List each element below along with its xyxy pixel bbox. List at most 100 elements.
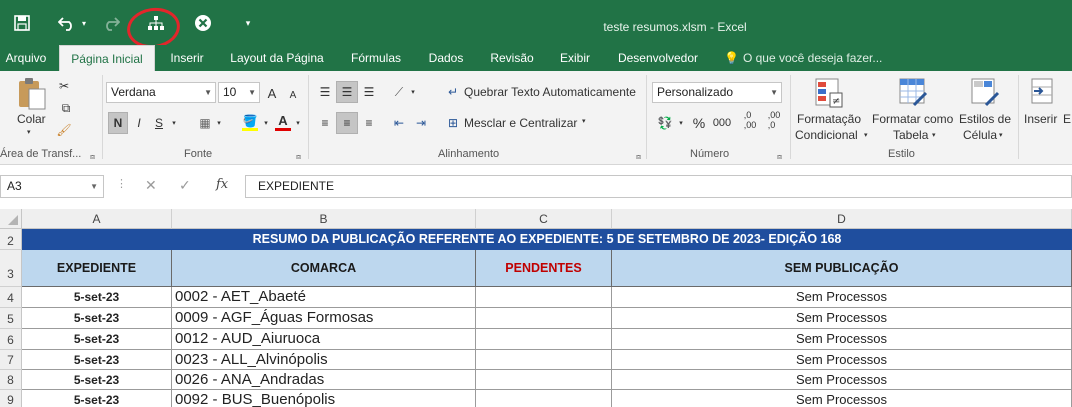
cell-sem-publicacao[interactable]: Sem Processos [612, 370, 1072, 390]
percent-button[interactable]: % [690, 112, 708, 134]
orientation-icon[interactable]: ⟋ [388, 81, 410, 103]
cell-styles-label1[interactable]: Estilos de [959, 112, 1011, 126]
decrease-decimal-button[interactable]: ,00 ,0 [764, 109, 784, 131]
wrap-text-icon[interactable]: ↵ [443, 81, 463, 103]
cell-comarca[interactable]: 0012 - AUD_Aiuruoca [172, 329, 476, 350]
increase-decimal-button[interactable]: ,0 ,00 [740, 109, 760, 131]
conditional-formatting-label1[interactable]: Formatação [797, 112, 861, 126]
shrink-font-button[interactable]: A [286, 84, 300, 106]
cell-sem-publicacao[interactable]: Sem Processos [612, 308, 1072, 329]
fill-color-icon[interactable]: 🪣 [240, 111, 260, 133]
row-header-2[interactable]: 2 [0, 229, 22, 250]
font-launcher-icon[interactable]: ⧈ [296, 152, 301, 162]
format-as-table-label2[interactable]: Tabela [893, 128, 928, 142]
tab-formulas[interactable]: Fórmulas [340, 45, 412, 71]
borders-dropdown-icon[interactable]: ▾ [214, 112, 224, 134]
italic-button[interactable]: I [130, 112, 148, 134]
row-header[interactable]: 9 [0, 390, 22, 407]
format-as-table-icon[interactable] [898, 77, 928, 112]
fill-dropdown-icon[interactable]: ▾ [261, 112, 271, 134]
cell-pendentes[interactable] [476, 350, 612, 370]
cell-pendentes[interactable] [476, 370, 612, 390]
currency-dropdown-icon[interactable]: ▾ [676, 112, 686, 134]
header-comarca[interactable]: COMARCA [172, 250, 476, 287]
font-name-combo[interactable]: Verdana ▼ [106, 82, 216, 103]
grow-font-button[interactable]: A [264, 82, 280, 104]
clipboard-launcher-icon[interactable]: ⧈ [90, 152, 95, 162]
merge-center-icon[interactable]: ⊞ [443, 112, 463, 134]
conditional-formatting-icon[interactable]: ≠ [814, 77, 844, 112]
underline-button[interactable]: S [150, 112, 168, 134]
tab-arquivo[interactable]: Arquivo [0, 45, 52, 71]
number-format-combo[interactable]: Personalizado ▼ [652, 82, 782, 103]
undo-dropdown-icon[interactable]: ▾ [78, 12, 90, 34]
font-size-combo[interactable]: 10 ▼ [218, 82, 260, 103]
cell-sem-publicacao[interactable]: Sem Processos [612, 350, 1072, 370]
cell-expediente[interactable]: 5-set-23 [22, 287, 172, 308]
font-color-dropdown-icon[interactable]: ▾ [293, 112, 303, 134]
decrease-indent-icon[interactable]: ⇤ [388, 112, 410, 134]
cell-pendentes[interactable] [476, 287, 612, 308]
name-box[interactable]: A3 ▼ [0, 175, 104, 198]
cell-styles-label2[interactable]: Célula [963, 128, 997, 142]
row-header-3[interactable]: 3 [0, 250, 22, 287]
cell-comarca[interactable]: 0002 - AET_Abaeté [172, 287, 476, 308]
tell-me-box[interactable]: 💡 O que você deseja fazer... [724, 45, 882, 71]
wrap-text-button[interactable]: Quebrar Texto Automaticamente [464, 85, 636, 99]
merge-center-button[interactable]: Mesclar e Centralizar [464, 116, 577, 130]
alignment-launcher-icon[interactable]: ⧈ [636, 152, 641, 162]
column-header-a[interactable]: A [22, 209, 172, 229]
cell-expediente[interactable]: 5-set-23 [22, 329, 172, 350]
paste-label[interactable]: Colar [17, 112, 46, 126]
insert-cells-icon[interactable] [1030, 77, 1056, 110]
font-color-icon[interactable]: A [274, 111, 292, 133]
cell-comarca[interactable]: 0009 - AGF_Águas Formosas [172, 308, 476, 329]
extra-cells-label[interactable]: E [1063, 112, 1071, 126]
conditional-dropdown-icon[interactable]: ▾ [864, 131, 868, 139]
align-middle-icon[interactable]: ☰ [336, 81, 358, 103]
cell-comarca[interactable]: 0026 - ANA_Andradas [172, 370, 476, 390]
undo-icon[interactable] [56, 12, 78, 34]
increase-indent-icon[interactable]: ⇥ [410, 112, 432, 134]
format-as-table-label1[interactable]: Formatar como [872, 112, 953, 126]
cancel-icon[interactable]: ✕ [145, 177, 157, 194]
merge-dropdown-icon[interactable]: ▾ [582, 117, 586, 125]
cell-expediente[interactable]: 5-set-23 [22, 390, 172, 407]
row-header[interactable]: 4 [0, 287, 22, 308]
cell-sem-publicacao[interactable]: Sem Processos [612, 287, 1072, 308]
column-header-c[interactable]: C [476, 209, 612, 229]
cell-expediente[interactable]: 5-set-23 [22, 370, 172, 390]
align-bottom-icon[interactable]: ☰ [358, 81, 380, 103]
orientation-dropdown-icon[interactable]: ▾ [408, 81, 418, 103]
conditional-formatting-label2[interactable]: Condicional [795, 128, 858, 142]
more-options-icon[interactable]: ⋮ [116, 177, 127, 190]
customize-dropdown-icon[interactable]: ▾ [240, 12, 256, 34]
cell-styles-dropdown-icon[interactable]: ▾ [999, 131, 1003, 139]
column-header-d[interactable]: D [612, 209, 1072, 229]
thousands-button[interactable]: 000 [710, 112, 734, 134]
tab-desenvolvedor[interactable]: Desenvolvedor [608, 45, 708, 71]
cell-pendentes[interactable] [476, 390, 612, 407]
paste-icon[interactable] [16, 77, 48, 116]
cell-sem-publicacao[interactable]: Sem Processos [612, 390, 1072, 407]
cell-sem-publicacao[interactable]: Sem Processos [612, 329, 1072, 350]
paste-dropdown-icon[interactable]: ▾ [27, 128, 31, 136]
cell-pendentes[interactable] [476, 308, 612, 329]
row-header[interactable]: 7 [0, 350, 22, 370]
insert-cells-label[interactable]: Inserir [1024, 112, 1057, 126]
cell-expediente[interactable]: 5-set-23 [22, 308, 172, 329]
header-sem-publicacao[interactable]: SEM PUBLICAÇÃO [612, 250, 1072, 287]
align-center-icon[interactable]: ≡ [336, 112, 358, 134]
header-pendentes[interactable]: PENDENTES [476, 250, 612, 287]
close-circle-icon[interactable] [192, 12, 214, 34]
bold-button[interactable]: N [108, 112, 128, 134]
redo-icon[interactable] [100, 12, 122, 34]
cell-comarca[interactable]: 0092 - BUS_Buenópolis [172, 390, 476, 407]
enter-icon[interactable]: ✓ [179, 177, 191, 194]
formula-input[interactable]: EXPEDIENTE [245, 175, 1072, 198]
column-header-b[interactable]: B [172, 209, 476, 229]
currency-icon[interactable]: 💱 [654, 112, 676, 134]
tab-revisao[interactable]: Revisão [482, 45, 542, 71]
tab-dados[interactable]: Dados [420, 45, 472, 71]
cell-expediente[interactable]: 5-set-23 [22, 350, 172, 370]
